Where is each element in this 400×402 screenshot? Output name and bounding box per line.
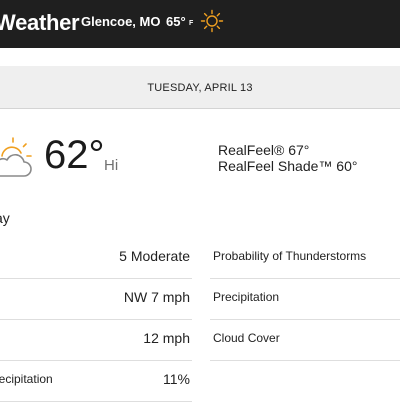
detail-label: f Precipitation xyxy=(0,372,53,386)
detail-label: Precipitation xyxy=(213,290,280,304)
detail-value: 5 Moderate xyxy=(119,248,190,264)
detail-label: Probability of Thunderstorms xyxy=(213,249,367,263)
detail-row-cloud-cover: Cloud Cover xyxy=(210,320,400,361)
detail-row-uv-index: x 5 Moderate xyxy=(0,238,192,279)
sun-icon[interactable] xyxy=(200,9,224,33)
header-temperature[interactable]: 65° xyxy=(166,14,186,30)
detail-label: Cloud Cover xyxy=(213,331,280,345)
date-bar: TUESDAY, APRIL 13 xyxy=(0,66,400,109)
current-temperature: 62° xyxy=(44,133,105,177)
brand-logo[interactable]: Weather xyxy=(0,9,80,37)
detail-value: 11% xyxy=(163,371,190,387)
detail-row-wind: NW 7 mph xyxy=(0,279,192,320)
hi-label: Hi xyxy=(104,157,119,174)
top-header: Weather Glencoe, MO 65° F xyxy=(0,0,400,48)
detail-row-precipitation: Precipitation xyxy=(210,279,400,320)
condition-phrase: ay xyxy=(0,210,10,226)
forecast-date: TUESDAY, APRIL 13 xyxy=(147,82,253,94)
realfeel-value: RealFeel® 67° xyxy=(218,142,310,158)
partly-cloudy-icon xyxy=(0,137,32,177)
detail-row-precipitation-probability: f Precipitation 11% xyxy=(0,361,192,402)
header-unit: F xyxy=(189,20,194,27)
realfeel-shade-value: RealFeel Shade™ 60° xyxy=(218,158,358,174)
header-location[interactable]: Glencoe, MO xyxy=(81,14,160,30)
detail-value: NW 7 mph xyxy=(123,289,190,305)
detail-value: 12 mph xyxy=(143,330,190,346)
detail-row-thunderstorm-probability: Probability of Thunderstorms xyxy=(210,238,400,279)
detail-row-wind-gusts: 12 mph xyxy=(0,320,192,361)
